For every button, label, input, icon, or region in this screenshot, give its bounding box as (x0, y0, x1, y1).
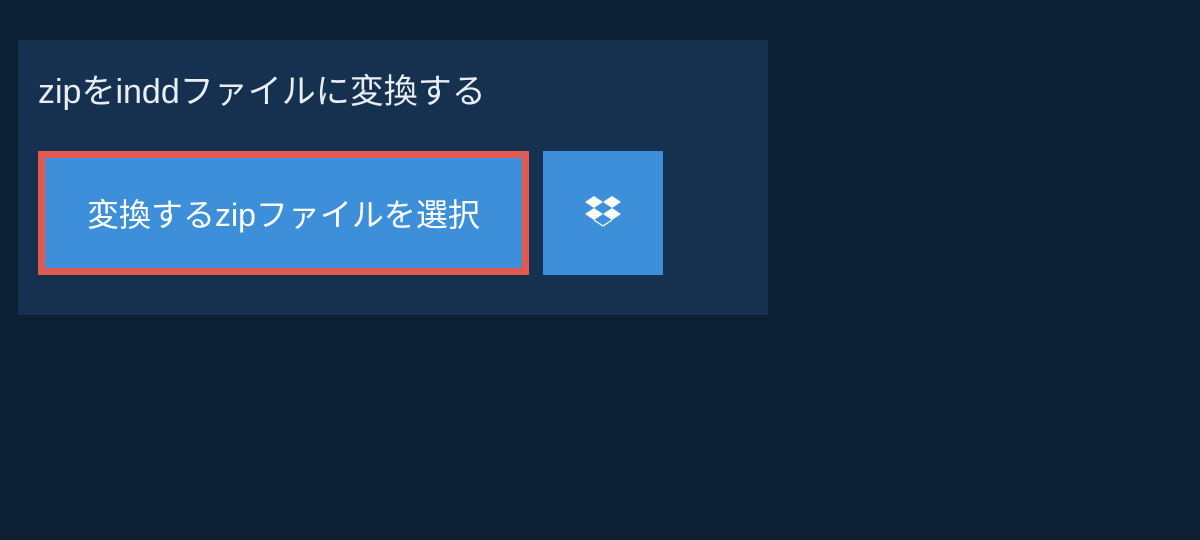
select-file-button[interactable]: 変換するzipファイルを選択 (38, 151, 529, 275)
page-title: zipをinddファイルに変換する (18, 40, 506, 131)
converter-panel: zipをinddファイルに変換する 変換するzipファイルを選択 (18, 40, 768, 315)
dropbox-button[interactable] (543, 151, 663, 275)
dropbox-icon (585, 193, 621, 234)
select-file-label: 変換するzipファイルを選択 (87, 190, 480, 236)
button-row: 変換するzipファイルを選択 (18, 131, 768, 275)
